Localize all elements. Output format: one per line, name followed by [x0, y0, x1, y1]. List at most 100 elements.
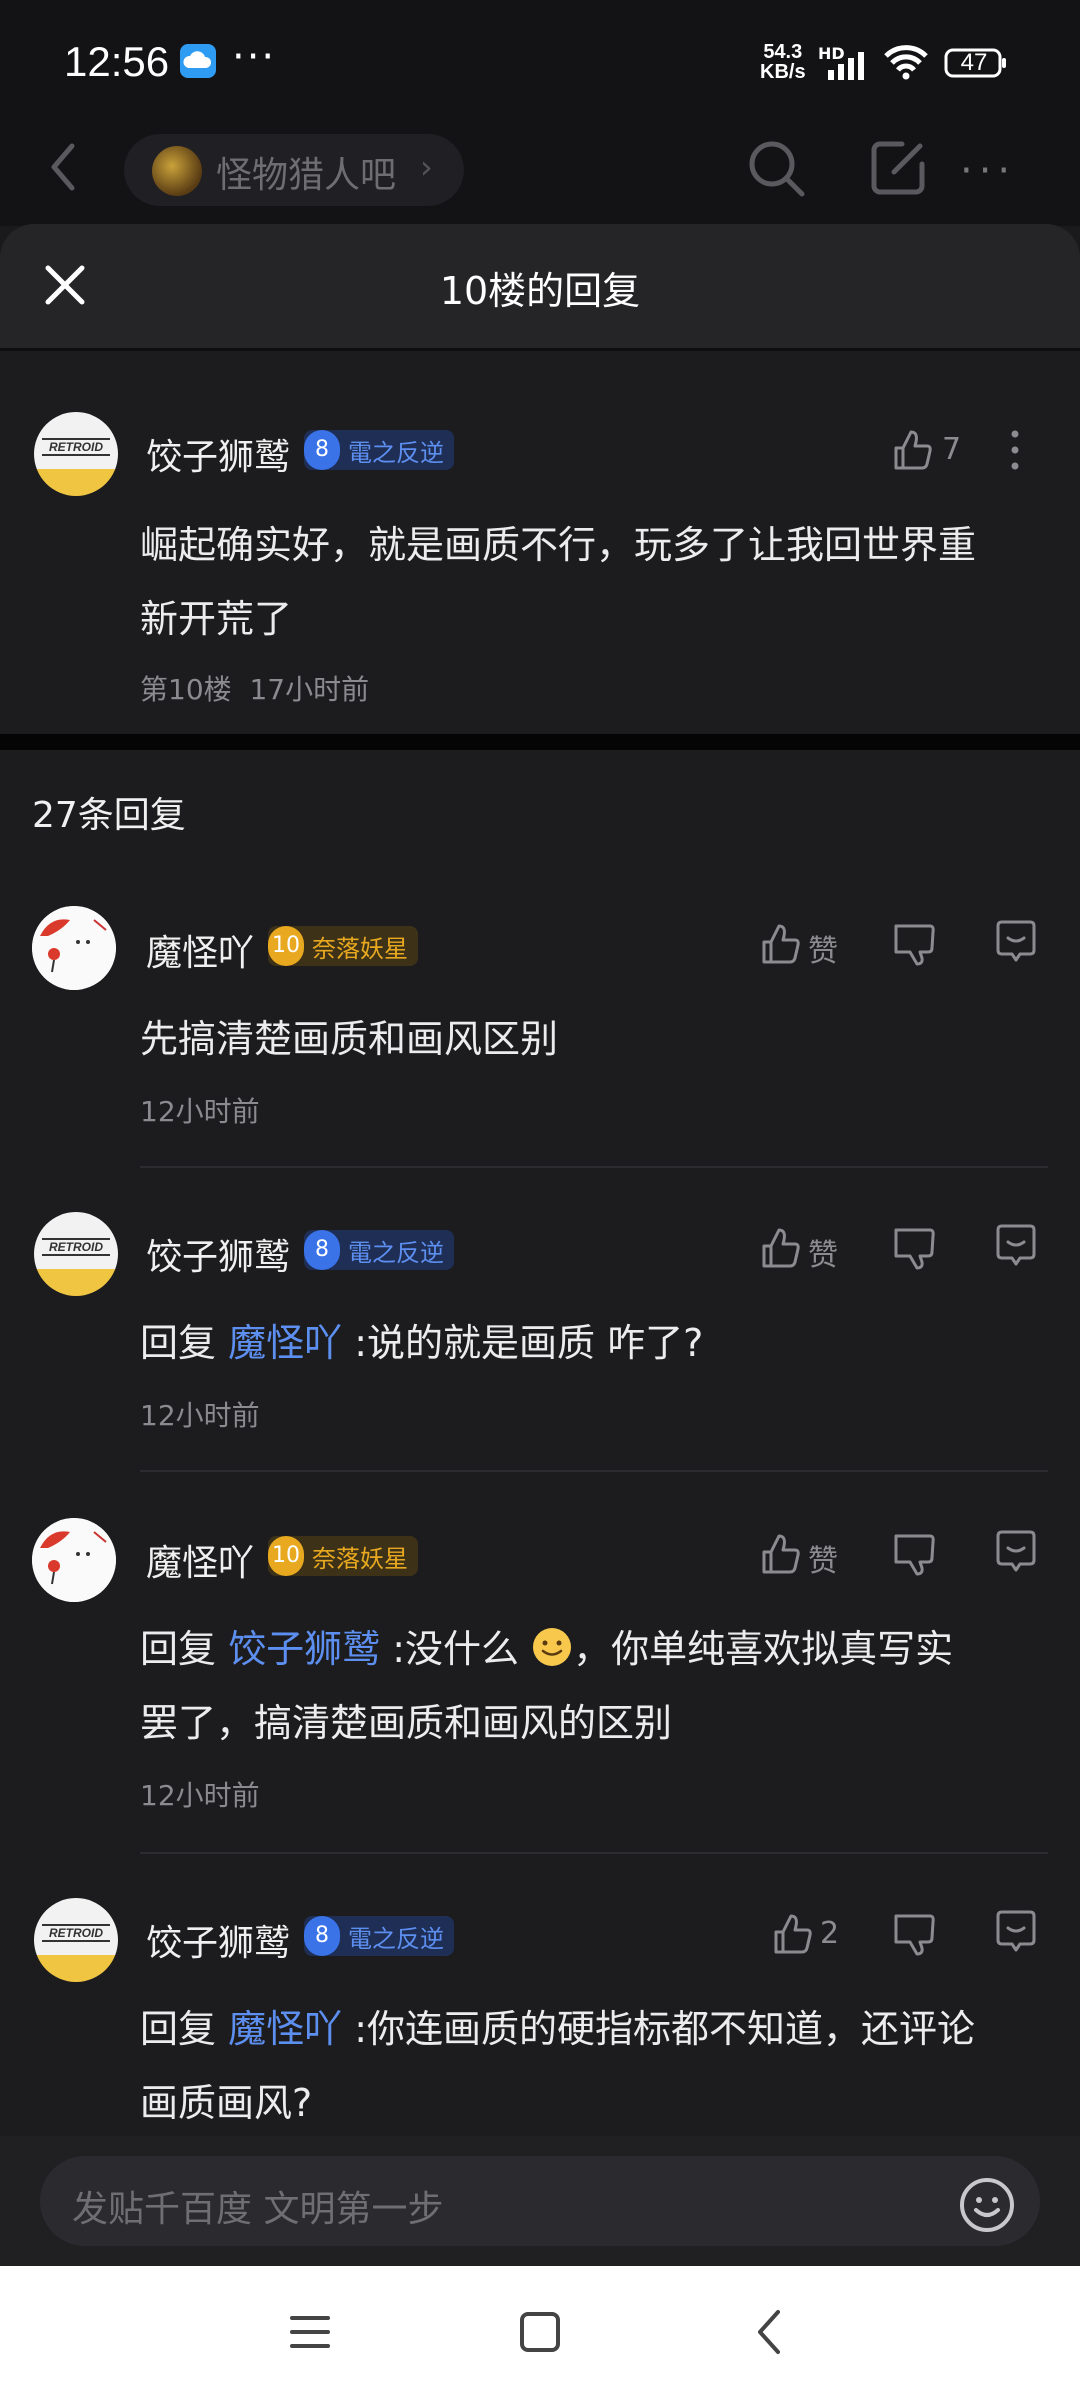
home-icon[interactable]: [518, 2310, 562, 2354]
dislike-icon[interactable]: [892, 1532, 942, 1582]
reply-time: 12小时前: [140, 1779, 260, 1812]
avatar[interactable]: [32, 906, 116, 990]
reply-body: ，你单纯喜欢拟真写实: [573, 1627, 954, 1671]
more-notifications-icon: ···: [232, 34, 277, 80]
smile-emoji-icon: [533, 1628, 572, 1666]
level-number: 8: [304, 430, 340, 470]
like-label: 赞: [808, 934, 838, 969]
comment-icon[interactable]: [994, 1224, 1044, 1274]
like-button[interactable]: 赞: [760, 920, 860, 970]
reply-text-line: 画质画风?: [140, 2081, 313, 2125]
username[interactable]: 饺子狮鹫: [146, 428, 290, 480]
level-name: 電之反逆: [348, 438, 444, 467]
wifi-icon: [882, 44, 930, 80]
level-badge: 8 電之反逆: [304, 430, 454, 470]
network-speed-value: 54.3: [763, 41, 803, 63]
like-button[interactable]: 7: [892, 426, 1002, 476]
level-number: 8: [304, 1916, 340, 1956]
reply-time: 12小时前: [140, 1095, 260, 1128]
avatar-logo: RETROID: [42, 1238, 110, 1256]
floor-number: 第10楼: [140, 673, 232, 706]
reply-prefix: 回复: [140, 1627, 217, 1671]
more-options-icon[interactable]: ···: [960, 148, 1016, 194]
thumbs-up-icon: [762, 1228, 800, 1268]
reply-count: 27条回复: [32, 795, 186, 836]
reply-text: 回复 魔怪吖 :说的就是画质 咋了?: [140, 1306, 703, 1380]
reply-prefix: 回复: [140, 1321, 217, 1365]
reply-body: :说的就是画质 咋了?: [354, 1321, 704, 1365]
post-text-line: 崛起确实好，就是画质不行，玩多了让我回世界重: [140, 523, 977, 567]
like-label: 赞: [808, 1544, 838, 1579]
username[interactable]: 魔怪吖: [146, 924, 254, 976]
back-icon[interactable]: [48, 142, 78, 192]
level-name: 奈落妖星: [312, 1544, 408, 1573]
level-number: 8: [304, 1230, 340, 1270]
network-speed-unit: KB/s: [760, 61, 806, 83]
thumbs-up-icon: [762, 1534, 800, 1574]
like-count: 7: [942, 432, 962, 467]
like-button[interactable]: 2: [772, 1910, 872, 1960]
level-badge: 10 奈落妖星: [268, 926, 418, 966]
avatar[interactable]: RETROID: [34, 1212, 118, 1296]
cloud-app-icon: [180, 44, 216, 78]
menu-icon[interactable]: [288, 2312, 332, 2352]
avatar[interactable]: RETROID: [34, 1898, 118, 1982]
like-label: 赞: [808, 1238, 838, 1273]
thumbs-up-icon: [762, 924, 800, 964]
forum-name: 怪物猎人吧: [216, 155, 397, 196]
sheet-title: 10楼的回复: [439, 269, 641, 313]
forum-avatar: [152, 146, 202, 196]
like-count: 2: [820, 1916, 840, 1951]
post-text-line: 新开荒了: [140, 597, 293, 641]
reply-prefix: 回复: [140, 2007, 217, 2051]
back-icon[interactable]: [752, 2308, 784, 2356]
level-number: 10: [268, 1536, 304, 1576]
dislike-icon[interactable]: [892, 1912, 942, 1962]
divider: [140, 1166, 1048, 1168]
post-menu-icon[interactable]: [1000, 426, 1030, 476]
username[interactable]: 魔怪吖: [146, 1534, 254, 1586]
level-badge: 8 電之反逆: [304, 1230, 454, 1270]
divider: [140, 1470, 1048, 1472]
emoji-icon[interactable]: [958, 2176, 1016, 2234]
clock: 12:56: [64, 38, 170, 85]
comment-icon[interactable]: [994, 1530, 1044, 1580]
post-time: 17小时前: [249, 673, 370, 706]
divider: [140, 1852, 1048, 1854]
level-name: 電之反逆: [348, 1924, 444, 1953]
chevron-right-icon: ›: [420, 148, 433, 186]
level-number: 10: [268, 926, 304, 966]
avatar-logo: RETROID: [42, 438, 110, 456]
mention-link[interactable]: 魔怪吖: [228, 1321, 342, 1365]
reply-body: :你连画质的硬指标都不知道，还评论: [354, 2007, 976, 2051]
battery-level: 47: [960, 49, 988, 76]
username[interactable]: 饺子狮鹫: [146, 1228, 290, 1280]
reply-text: 回复 魔怪吖 :你连画质的硬指标都不知道，还评论: [140, 1992, 975, 2066]
thumbs-up-icon: [894, 430, 932, 470]
like-button[interactable]: 赞: [760, 1224, 860, 1274]
mention-link[interactable]: 魔怪吖: [228, 2007, 342, 2051]
network-speed: 54.3 KB/s: [760, 42, 806, 82]
compose-icon[interactable]: [866, 136, 930, 200]
search-icon[interactable]: [744, 136, 808, 200]
reply-text: 先搞清楚画质和画风区别: [140, 1017, 559, 1061]
dislike-icon[interactable]: [892, 1226, 942, 1276]
reply-text-line: 罢了，搞清楚画质和画风的区别: [140, 1701, 673, 1745]
post-meta: 第10楼 17小时前: [140, 668, 369, 708]
comment-icon[interactable]: [994, 1910, 1044, 1960]
dislike-icon[interactable]: [892, 922, 942, 972]
section-divider: [0, 734, 1080, 750]
avatar[interactable]: RETROID: [34, 412, 118, 496]
reply-input-placeholder: 发贴千百度 文明第一步: [72, 2189, 444, 2230]
comment-icon[interactable]: [994, 920, 1044, 970]
signal-icon: [826, 50, 874, 80]
mention-link[interactable]: 饺子狮鹫: [228, 1627, 380, 1671]
avatar[interactable]: [32, 1518, 116, 1602]
level-badge: 10 奈落妖星: [268, 1536, 418, 1576]
reply-time: 12小时前: [140, 1399, 260, 1432]
thumbs-up-icon: [774, 1914, 812, 1954]
username[interactable]: 饺子狮鹫: [146, 1914, 290, 1966]
like-button[interactable]: 赞: [760, 1530, 860, 1580]
reply-body: :没什么: [392, 1627, 520, 1671]
reply-text: 回复 饺子狮鹫 :没什么 ，你单纯喜欢拟真写实: [140, 1612, 953, 1686]
